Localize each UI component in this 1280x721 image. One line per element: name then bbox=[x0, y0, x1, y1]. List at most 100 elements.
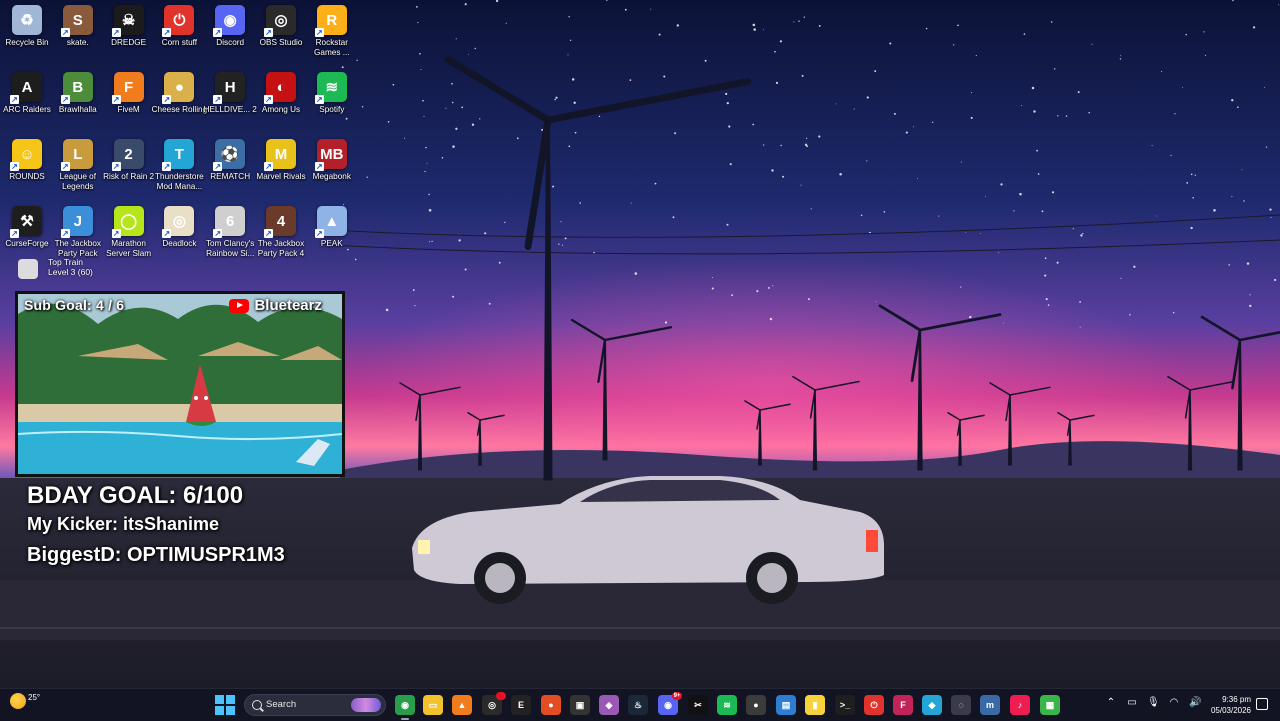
sticky-notes-icon[interactable]: ▮ bbox=[805, 695, 825, 715]
notification-badge bbox=[496, 692, 506, 700]
risk-of-rain-icon: 2 ↗ bbox=[111, 139, 144, 171]
fivem-taskbar-icon[interactable]: F bbox=[893, 695, 913, 715]
terminal-icon[interactable]: >_ bbox=[835, 695, 855, 715]
mobile-app-icon[interactable]: m bbox=[980, 695, 1000, 715]
discord-icon: ◉ ↗ bbox=[213, 5, 246, 37]
desktop-icon-curseforge[interactable]: ⚒ ↗ CurseForge bbox=[1, 206, 53, 249]
shortcut-arrow-icon: ↗ bbox=[314, 28, 324, 37]
desktop-icon-dredge[interactable]: ☠ ↗ DREDGE bbox=[103, 5, 155, 48]
spotify-taskbar-icon[interactable]: ≋ bbox=[717, 695, 737, 715]
desktop-icon-league[interactable]: L ↗ League of Legends bbox=[52, 139, 104, 192]
purple-app-icon[interactable]: ◈ bbox=[599, 695, 619, 715]
capture-icon[interactable]: ▣ bbox=[570, 695, 590, 715]
notification-bell-icon[interactable] bbox=[1256, 698, 1268, 710]
epic-games-icon[interactable]: E bbox=[511, 695, 531, 715]
desktop-icon-jackbox-4[interactable]: 4 ↗ The Jackbox Party Pack 4 bbox=[255, 206, 307, 259]
search-icon bbox=[252, 700, 262, 710]
spotify-icon: ≋ ↗ bbox=[314, 72, 347, 104]
desktop-icon-skate[interactable]: S ↗ skate. bbox=[52, 5, 104, 48]
among-us-icon: ◐ ↗ bbox=[264, 72, 296, 104]
thunderstore-taskbar-icon[interactable]: ◆ bbox=[922, 695, 942, 715]
obs-icon: ◎ ↗ bbox=[264, 5, 296, 37]
desktop-icon-risk-of-rain[interactable]: 2 ↗ Risk of Rain 2 bbox=[103, 139, 155, 182]
shortcut-arrow-icon: ↗ bbox=[111, 28, 121, 37]
shortcut-arrow-icon: ↗ bbox=[162, 162, 172, 171]
obs-taskbar-icon[interactable]: ◎ bbox=[482, 692, 506, 715]
rounds-icon: ☺ ↗ bbox=[10, 139, 42, 171]
desktop-icon-arc-raiders[interactable]: A ↗ ARC Raiders bbox=[1, 72, 53, 115]
marathon-icon: ◯ ↗ bbox=[111, 206, 144, 238]
ring-app-icon[interactable]: ◌ bbox=[951, 695, 971, 715]
shortcut-arrow-icon: ↗ bbox=[162, 28, 172, 37]
dredge-icon: ☠ ↗ bbox=[111, 5, 144, 37]
desktop-icon-brawlhalla[interactable]: B ↗ Brawlhalla bbox=[52, 72, 104, 115]
shortcut-arrow-icon: ↗ bbox=[264, 229, 273, 238]
weather-temperature: 25° bbox=[28, 692, 41, 702]
weather-widget[interactable]: 25° bbox=[10, 693, 40, 709]
shortcut-arrow-icon: ↗ bbox=[111, 229, 121, 238]
steam-icon[interactable]: ♨ bbox=[628, 695, 648, 715]
taskbar-search-box[interactable]: Search bbox=[244, 694, 386, 716]
shortcut-arrow-icon: ↗ bbox=[264, 95, 273, 104]
shortcut-arrow-icon: ↗ bbox=[213, 162, 223, 171]
capcut-icon[interactable]: ✂ bbox=[688, 695, 708, 715]
shortcut-arrow-icon: ↗ bbox=[60, 28, 70, 37]
desktop-icon-marathon[interactable]: ◯ ↗ Marathon Server Slam bbox=[103, 206, 155, 259]
channel-tag: Bluetearz bbox=[229, 297, 322, 314]
discord-taskbar-icon[interactable]: ◉ 9+ bbox=[658, 692, 682, 715]
desktop-icon-recycle-bin[interactable]: ♻ Recycle Bin bbox=[1, 5, 53, 48]
shortcut-arrow-icon: ↗ bbox=[10, 162, 19, 171]
wifi-icon[interactable]: ◠ bbox=[1168, 697, 1180, 709]
shortcut-arrow-icon: ↗ bbox=[162, 229, 172, 238]
desktop-icon-deadlock[interactable]: ◎ ↗ Deadlock bbox=[153, 206, 205, 249]
desktop-icon-rockstar[interactable]: R ↗ Rockstar Games ... bbox=[306, 5, 358, 58]
battery-icon[interactable]: ▭ bbox=[1126, 697, 1138, 709]
curseforge-icon: ⚒ ↗ bbox=[10, 206, 42, 238]
notification-badge: 9+ bbox=[672, 692, 682, 700]
desktop-icon-jackbox[interactable]: J ↗ The Jackbox Party Pack bbox=[52, 206, 104, 259]
chevron-up-icon[interactable]: ⌃ bbox=[1105, 697, 1117, 709]
system-clock[interactable]: 9:36 pm 05/03/2026 bbox=[1207, 694, 1251, 716]
desktop-icon-spotify[interactable]: ≋ ↗ Spotify bbox=[306, 72, 358, 115]
bear-app-icon[interactable]: ● bbox=[746, 695, 766, 715]
search-placeholder: Search bbox=[266, 699, 297, 710]
microphone-icon[interactable]: 🎙 bbox=[1147, 697, 1160, 709]
desktop-icon-megabonk[interactable]: MB ↗ Megabonk bbox=[306, 139, 358, 182]
desktop-icon-rainbow-six[interactable]: 6 ↗ Tom Clancy's Rainbow Si... bbox=[204, 206, 256, 259]
desktop-icon-obs[interactable]: ◎ ↗ OBS Studio bbox=[255, 5, 307, 48]
power-taskbar-icon[interactable]: ⏻ bbox=[864, 695, 884, 715]
desktop-icon-power[interactable]: ⏻ ↗ Corn stuff bbox=[153, 5, 205, 48]
desktop-icon-among-us[interactable]: ◐ ↗ Among Us bbox=[255, 72, 307, 115]
brave-icon[interactable]: ● bbox=[541, 695, 561, 715]
marvel-rivals-icon: M ↗ bbox=[264, 139, 296, 171]
photos-icon[interactable]: ▤ bbox=[776, 695, 796, 715]
desktop-icon-fivem[interactable]: F ↗ FiveM bbox=[103, 72, 155, 115]
desktop-icon-rematch[interactable]: ⚽ ↗ REMATCH bbox=[204, 139, 256, 182]
rockstar-icon: R ↗ bbox=[314, 5, 347, 37]
deadlock-icon: ◎ ↗ bbox=[162, 206, 195, 238]
shortcut-arrow-icon: ↗ bbox=[162, 95, 172, 104]
desktop-icon-peak[interactable]: ▲ ↗ PEAK bbox=[306, 206, 358, 249]
shortcut-arrow-icon: ↗ bbox=[264, 162, 273, 171]
vlc-icon[interactable]: ▲ bbox=[452, 695, 472, 715]
chrome-icon[interactable]: ◉ bbox=[395, 695, 415, 720]
desktop-icon-marvel-rivals[interactable]: M ↗ Marvel Rivals bbox=[255, 139, 307, 182]
train-title: Top Train bbox=[48, 257, 83, 267]
tiktok-icon[interactable]: ♪ bbox=[1010, 695, 1030, 715]
desktop-icon-rounds[interactable]: ☺ ↗ ROUNDS bbox=[1, 139, 53, 182]
rematch-taskbar-icon[interactable]: ▦ bbox=[1040, 695, 1060, 715]
volume-icon[interactable]: 🔊 bbox=[1189, 697, 1201, 709]
helldivers-icon: H ↗ bbox=[213, 72, 246, 104]
search-highlight-image bbox=[351, 698, 381, 712]
shortcut-arrow-icon: ↗ bbox=[314, 95, 324, 104]
desktop-icon-discord[interactable]: ◉ ↗ Discord bbox=[204, 5, 256, 48]
shortcut-arrow-icon: ↗ bbox=[60, 229, 70, 238]
bday-goal-text: BDAY GOAL: 6/100 bbox=[27, 482, 244, 509]
desktop-icon-helldivers[interactable]: H ↗ HELLDIVE... 2 bbox=[204, 72, 257, 115]
league-icon: L ↗ bbox=[60, 139, 93, 171]
desktop-icon-thunderstore[interactable]: T ↗ Thunderstore Mod Mana... bbox=[153, 139, 205, 192]
desktop-icon-label: PEAK bbox=[320, 239, 343, 248]
start-button[interactable] bbox=[215, 695, 235, 715]
desktop-icon-cheese[interactable]: ● ↗ Cheese Rolling bbox=[152, 72, 207, 115]
file-explorer-icon[interactable]: ▭ bbox=[423, 695, 443, 715]
